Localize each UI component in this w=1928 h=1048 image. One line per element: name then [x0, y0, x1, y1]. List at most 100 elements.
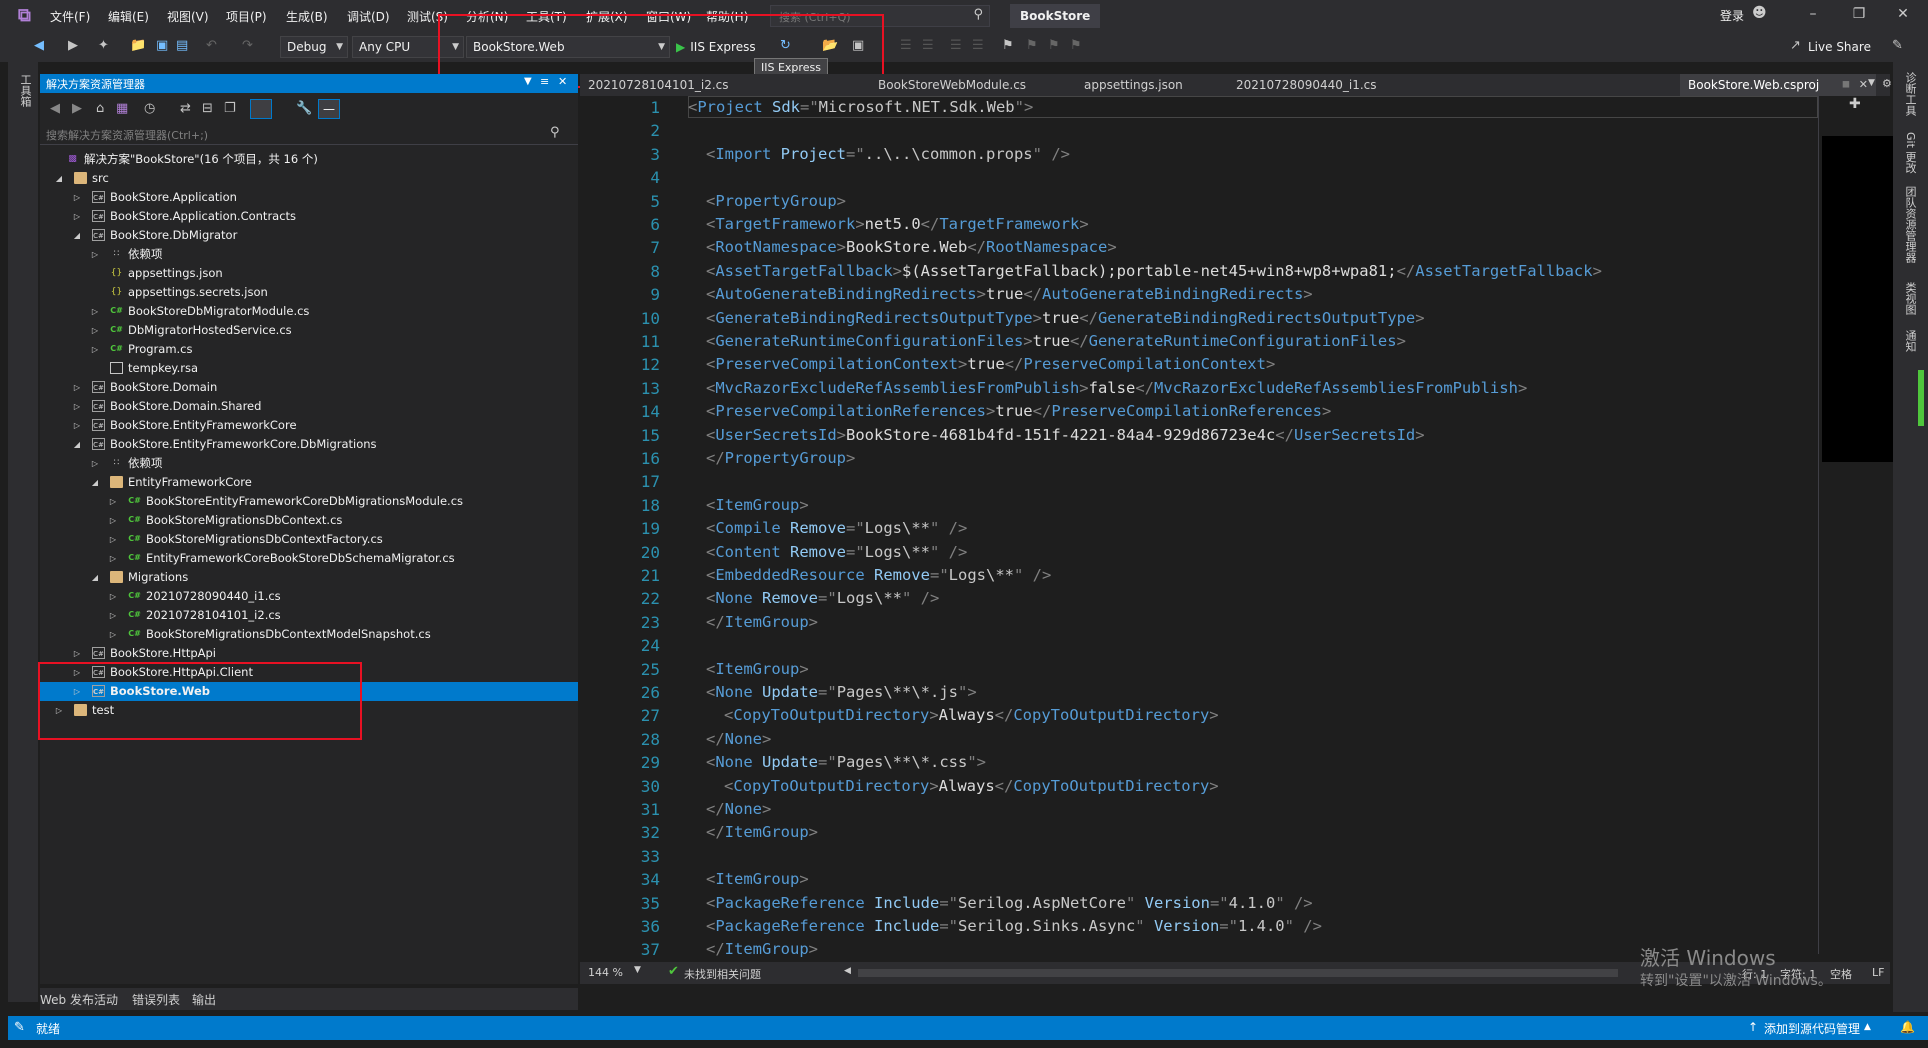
- tab-web-publish[interactable]: Web 发布活动: [40, 991, 118, 1008]
- undo-icon[interactable]: ↶: [206, 38, 217, 53]
- tree-item[interactable]: ◢ EntityFrameworkCore: [40, 473, 578, 492]
- tab-team-explorer[interactable]: 团队资源管理器: [1902, 186, 1918, 263]
- tree-item[interactable]: ▷ C# BookStore.HttpApi: [40, 644, 578, 663]
- tree-item[interactable]: ◢ Migrations: [40, 568, 578, 587]
- close-button[interactable]: ✕: [1888, 6, 1918, 22]
- switch-views-icon[interactable]: ▦: [116, 101, 128, 116]
- home-icon[interactable]: ⌂: [96, 101, 104, 116]
- expanded-arrow-icon[interactable]: ◢: [72, 226, 82, 245]
- expanded-arrow-icon[interactable]: ◢: [90, 473, 100, 492]
- tree-item[interactable]: ▩ 解决方案"BookStore"(16 个项目，共 16 个): [40, 150, 578, 169]
- save-icon[interactable]: ▣: [156, 38, 168, 53]
- pin-icon[interactable]: ≡: [540, 75, 549, 88]
- expanded-arrow-icon[interactable]: ◢: [90, 568, 100, 587]
- align-icon[interactable]: ☰: [900, 38, 912, 53]
- back-icon[interactable]: ◀: [34, 38, 44, 53]
- split-icon[interactable]: ✚: [1849, 96, 1861, 112]
- tab-notifications[interactable]: 通知: [1902, 330, 1918, 352]
- tab-class-view[interactable]: 类视图: [1902, 282, 1918, 315]
- tree-item[interactable]: ▷ C# BookStore.Domain.Shared: [40, 397, 578, 416]
- tab-appsettings[interactable]: appsettings.json: [1076, 74, 1191, 96]
- tree-item[interactable]: ▷ C# BookStoreMigrationsDbContextModelSnap…: [40, 625, 578, 644]
- collapsed-arrow-icon[interactable]: ▷: [72, 397, 82, 416]
- tree-item[interactable]: ▷ C# BookStoreMigrationsDbContext.cs: [40, 511, 578, 530]
- collapsed-arrow-icon[interactable]: ▷: [108, 549, 118, 568]
- tab-migration-i2[interactable]: 20210728104101_i2.cs: [580, 74, 737, 96]
- tab-web-csproj[interactable]: BookStore.Web.csproj ◼ ✕: [1680, 74, 1876, 96]
- properties-icon[interactable]: 🔧: [296, 101, 312, 116]
- issues-status[interactable]: 未找到相关问题: [684, 966, 761, 982]
- collapsed-arrow-icon[interactable]: ▷: [108, 530, 118, 549]
- tree-item[interactable]: ▷ C# BookStoreEntityFrameworkCoreDbMigrati…: [40, 492, 578, 511]
- tab-web-module[interactable]: BookStoreWebModule.cs: [870, 74, 1034, 96]
- tree-item[interactable]: ▷ C# BookStoreMigrationsDbContextFactory.c…: [40, 530, 578, 549]
- menu-item-4[interactable]: 生成(B): [286, 8, 328, 25]
- tree-item[interactable]: {} appsettings.json: [40, 264, 578, 283]
- collapsed-arrow-icon[interactable]: ▷: [108, 587, 118, 606]
- collapsed-arrow-icon[interactable]: ▷: [72, 188, 82, 207]
- next-bookmark-icon[interactable]: ⚑: [1048, 38, 1060, 53]
- menu-item-3[interactable]: 项目(P): [226, 8, 267, 25]
- format-icon[interactable]: ☰: [922, 38, 934, 53]
- sync-icon[interactable]: ⇄: [180, 101, 191, 116]
- settings-gear-icon[interactable]: ⚙: [1882, 77, 1892, 90]
- live-share-button[interactable]: Live Share: [1808, 40, 1871, 54]
- new-project-icon[interactable]: ✦: [98, 38, 109, 53]
- tree-item[interactable]: ▷ ∷ 依赖项: [40, 454, 578, 473]
- tree-item[interactable]: ▷ C# 20210728104101_i2.cs: [40, 606, 578, 625]
- menu-item-5[interactable]: 调试(D): [347, 8, 390, 25]
- tree-item[interactable]: ▷ C# 20210728090440_i1.cs: [40, 587, 578, 606]
- bookmark-icon[interactable]: ⚑: [1002, 38, 1014, 53]
- back-icon[interactable]: ◀: [50, 101, 60, 116]
- tree-item[interactable]: ▷ C# BookStore.Application.Contracts: [40, 207, 578, 226]
- tab-overflow-icon[interactable]: ▼: [1868, 78, 1875, 88]
- tree-item[interactable]: ▷ C# BookStore.Domain: [40, 378, 578, 397]
- feedback-icon[interactable]: ✎: [1892, 38, 1903, 53]
- comment-icon[interactable]: ☰: [950, 38, 962, 53]
- tree-item[interactable]: ▷ C# DbMigratorHostedService.cs: [40, 321, 578, 340]
- uncomment-icon[interactable]: ☰: [972, 38, 984, 53]
- collapsed-arrow-icon[interactable]: ▷: [72, 378, 82, 397]
- collapsed-arrow-icon[interactable]: ▷: [90, 245, 100, 264]
- tree-item[interactable]: ▷ C# EntityFrameworkCoreBookStoreDbSchemaM…: [40, 549, 578, 568]
- collapsed-arrow-icon[interactable]: ▷: [90, 321, 100, 340]
- expanded-arrow-icon[interactable]: ◢: [72, 435, 82, 454]
- account-icon[interactable]: ☻: [1752, 5, 1767, 21]
- collapsed-arrow-icon[interactable]: ▷: [108, 606, 118, 625]
- tree-item[interactable]: ▷ C# BookStore.EntityFrameworkCore: [40, 416, 578, 435]
- whitespace-mode[interactable]: 空格: [1830, 966, 1852, 982]
- pending-changes-icon[interactable]: ◷: [144, 101, 155, 116]
- tree-item[interactable]: ◢ C# BookStore.DbMigrator: [40, 226, 578, 245]
- menu-item-2[interactable]: 视图(V): [167, 8, 209, 25]
- collapse-toggle[interactable]: —: [318, 99, 340, 119]
- expanded-arrow-icon[interactable]: ◢: [54, 169, 64, 188]
- show-all-files-icon[interactable]: ❐: [224, 101, 236, 116]
- collapsed-arrow-icon[interactable]: ▷: [108, 492, 118, 511]
- collapsed-arrow-icon[interactable]: ▷: [72, 416, 82, 435]
- tree-item[interactable]: {} appsettings.secrets.json: [40, 283, 578, 302]
- tree-item[interactable]: ▷ C# Program.cs: [40, 340, 578, 359]
- pin-menu-icon[interactable]: ▼: [524, 76, 532, 87]
- forward-icon[interactable]: ▶: [68, 38, 78, 53]
- redo-icon[interactable]: ↷: [242, 38, 253, 53]
- minimap-viewport[interactable]: [1822, 136, 1894, 462]
- collapsed-arrow-icon[interactable]: ▷: [108, 625, 118, 644]
- collapsed-arrow-icon[interactable]: ▷: [90, 340, 100, 359]
- horizontal-scrollbar[interactable]: [858, 969, 1618, 977]
- forward-icon[interactable]: ▶: [72, 101, 82, 116]
- tree-item[interactable]: ▷ ∷ 依赖项: [40, 245, 578, 264]
- toolbox-tab[interactable]: 工具箱: [17, 74, 33, 107]
- tree-item[interactable]: ◢ src: [40, 169, 578, 188]
- tree-item[interactable]: tempkey.rsa: [40, 359, 578, 378]
- tree-item[interactable]: ▷ C# BookStore.Application: [40, 188, 578, 207]
- menu-item-0[interactable]: 文件(F): [50, 8, 90, 25]
- pin-icon[interactable]: ◼: [1842, 74, 1850, 96]
- collapse-all-icon[interactable]: ⊟: [202, 101, 213, 116]
- prev-bookmark-icon[interactable]: ⚑: [1026, 38, 1038, 53]
- open-file-icon[interactable]: 📁: [130, 38, 146, 53]
- configuration-select[interactable]: Debug ▼: [280, 36, 348, 58]
- panel-close-icon[interactable]: ✕: [558, 75, 567, 88]
- preview-toggle[interactable]: [250, 99, 272, 119]
- tree-item[interactable]: ▷ C# BookStoreDbMigratorModule.cs: [40, 302, 578, 321]
- collapsed-arrow-icon[interactable]: ▷: [72, 207, 82, 226]
